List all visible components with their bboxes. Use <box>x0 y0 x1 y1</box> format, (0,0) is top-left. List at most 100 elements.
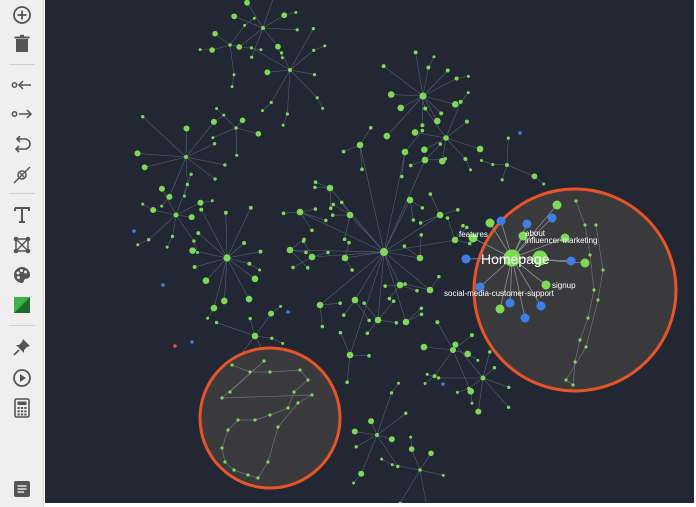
graph-node[interactable] <box>258 249 263 254</box>
graph-node[interactable] <box>305 265 310 270</box>
graph-node[interactable] <box>281 123 285 127</box>
graph-node[interactable] <box>220 396 224 400</box>
graph-node[interactable] <box>295 28 299 32</box>
graph-node[interactable] <box>320 324 325 329</box>
graph-node[interactable] <box>212 142 217 146</box>
graph-node[interactable] <box>419 312 424 317</box>
graph-node[interactable] <box>432 55 436 59</box>
graph-node[interactable] <box>248 370 252 374</box>
graph-node[interactable] <box>316 301 324 309</box>
graph-node[interactable] <box>390 463 394 467</box>
graph-node[interactable] <box>214 320 219 325</box>
graph-node[interactable] <box>413 50 418 55</box>
graph-node[interactable] <box>402 318 410 326</box>
graph-node[interactable] <box>312 48 316 53</box>
graph-node[interactable] <box>190 340 194 344</box>
graph-node[interactable] <box>458 99 463 104</box>
graph-node[interactable] <box>192 239 196 243</box>
calculator-icon[interactable] <box>7 395 37 421</box>
graph-node[interactable] <box>313 180 318 184</box>
graph-node[interactable] <box>236 44 243 50</box>
graph-node[interactable] <box>476 358 480 362</box>
graph-node[interactable] <box>406 196 414 204</box>
graph-node[interactable] <box>252 16 256 20</box>
graph-canvas[interactable]: Homepage features about influencer-marke… <box>45 0 694 503</box>
graph-node[interactable] <box>391 299 396 303</box>
graph-node[interactable] <box>506 405 511 409</box>
graph-node[interactable] <box>421 156 429 164</box>
graph-node[interactable] <box>215 107 219 111</box>
graph-node[interactable] <box>396 464 400 469</box>
graph-node[interactable] <box>380 248 388 256</box>
graph-node[interactable] <box>552 200 562 210</box>
graph-node[interactable] <box>580 258 590 268</box>
graph-node[interactable] <box>480 375 486 381</box>
graph-node[interactable] <box>150 207 157 214</box>
graph-node[interactable] <box>583 223 587 227</box>
graph-node[interactable] <box>351 296 359 304</box>
graph-node[interactable] <box>450 347 456 353</box>
graph-node[interactable] <box>420 343 428 351</box>
graph-node[interactable] <box>286 310 290 314</box>
graph-node[interactable] <box>292 390 296 394</box>
graph-node[interactable] <box>475 408 482 415</box>
graph-node[interactable] <box>173 212 179 218</box>
graph-node[interactable] <box>339 200 344 205</box>
graph-node[interactable] <box>222 113 226 117</box>
graph-node[interactable] <box>485 218 495 228</box>
graph-node[interactable] <box>420 128 425 133</box>
graph-node[interactable] <box>358 470 365 477</box>
graph-node[interactable] <box>313 207 318 211</box>
graph-node[interactable] <box>258 268 262 272</box>
graph-node[interactable] <box>341 254 349 262</box>
graph-node[interactable] <box>592 288 596 292</box>
graph-node[interactable] <box>230 363 234 367</box>
graph-node[interactable] <box>433 117 441 125</box>
graph-node[interactable] <box>220 446 224 450</box>
graph-node[interactable] <box>158 185 165 192</box>
graph-node[interactable] <box>141 114 145 119</box>
graph-node[interactable] <box>132 229 136 233</box>
graph-node[interactable] <box>161 283 165 287</box>
graph-node[interactable] <box>380 457 384 461</box>
graph-node[interactable] <box>323 44 327 48</box>
graph-node[interactable] <box>306 378 310 382</box>
graph-node[interactable] <box>247 261 252 266</box>
graph-node[interactable] <box>520 313 530 323</box>
graph-node[interactable] <box>231 13 238 20</box>
graph-node[interactable] <box>518 131 522 135</box>
graph-node[interactable] <box>279 51 284 55</box>
document-icon[interactable] <box>7 476 37 502</box>
graph-node[interactable] <box>249 46 254 50</box>
graph-node[interactable] <box>223 254 231 262</box>
graph-node[interactable] <box>338 330 343 335</box>
graph-node[interactable] <box>368 125 373 130</box>
graph-node[interactable] <box>425 372 429 376</box>
graph-node[interactable] <box>341 149 346 154</box>
graph-node[interactable] <box>324 218 328 223</box>
incoming-links-icon[interactable] <box>7 72 37 98</box>
graph-node[interactable] <box>507 385 511 390</box>
graph-node[interactable] <box>173 344 177 348</box>
graph-node[interactable] <box>311 27 315 31</box>
graph-node[interactable] <box>234 126 238 130</box>
graph-node[interactable] <box>212 30 218 37</box>
graph-node[interactable] <box>141 164 148 171</box>
graph-node[interactable] <box>338 301 342 305</box>
graph-node[interactable] <box>469 168 473 172</box>
graph-node[interactable] <box>326 184 334 192</box>
graph-node[interactable] <box>198 48 202 52</box>
graph-node[interactable] <box>437 274 441 279</box>
graph-node[interactable] <box>435 320 440 325</box>
graph-node[interactable] <box>455 390 459 394</box>
graph-node[interactable] <box>266 460 270 464</box>
trash-icon[interactable] <box>7 31 37 57</box>
graph-node[interactable] <box>166 193 173 200</box>
graph-node[interactable] <box>402 244 407 248</box>
graph-node[interactable] <box>182 194 186 198</box>
graph-node[interactable] <box>445 216 450 220</box>
graph-node[interactable] <box>578 338 582 342</box>
text-icon[interactable] <box>7 202 37 228</box>
graph-node[interactable] <box>308 253 316 261</box>
graph-node[interactable] <box>269 100 273 105</box>
